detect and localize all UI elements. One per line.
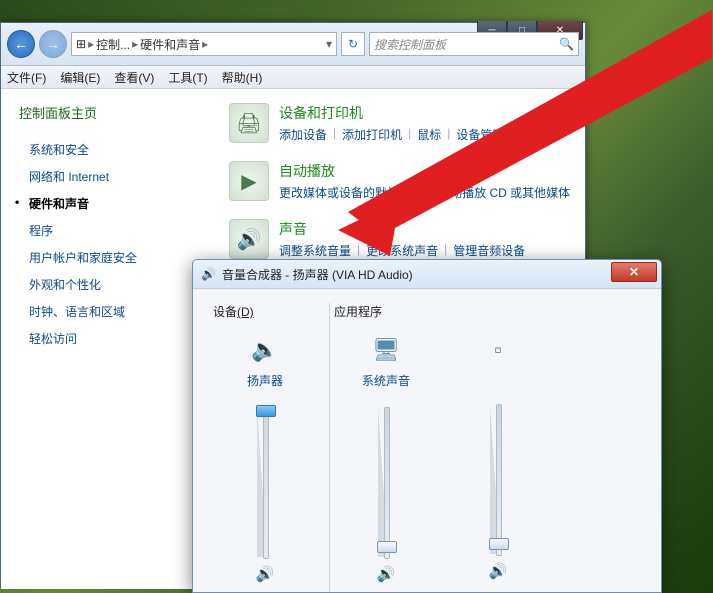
category-link[interactable]: 自动播放 CD 或其他媒体 <box>438 184 570 201</box>
category-title[interactable]: 声音 <box>279 219 525 239</box>
mixer-column: ▫🔊 <box>442 334 554 583</box>
slider-thumb[interactable] <box>489 538 509 550</box>
category-icon: ▶ <box>229 161 269 201</box>
breadcrumb[interactable]: ⊞ ▸ 控制... ▸ 硬件和声音 ▸ ▾ <box>71 32 337 56</box>
menu-help[interactable]: 帮助(H) <box>222 69 263 86</box>
nav-back-button[interactable]: ← <box>7 30 35 58</box>
category-links: 添加设备|添加打印机|鼠标|设备管理器 <box>279 126 516 143</box>
category-link[interactable]: 添加打印机 <box>342 126 402 143</box>
breadcrumb-sep: ▸ <box>130 37 140 51</box>
breadcrumb-sep: ▸ <box>200 37 210 51</box>
category-link[interactable]: 调整系统音量 <box>279 242 351 259</box>
sidebar-item[interactable]: 时钟、语言和区域 <box>19 298 209 325</box>
app-sound-icon[interactable]: 🖥 <box>370 334 402 366</box>
mute-button[interactable]: 🔊 <box>489 562 508 580</box>
category-links: 调整系统音量|更改系统声音|管理音频设备 <box>279 242 525 259</box>
mixer-title-text: 音量合成器 - 扬声器 (VIA HD Audio) <box>222 266 413 283</box>
sidebar-home[interactable]: 控制面板主页 <box>19 103 209 122</box>
mixer-column: 🔈 扬声器 🔊 <box>209 334 321 583</box>
mixer-apps-section: 应用程序 🖥系统声音🔊▫🔊 <box>330 303 645 593</box>
category-title[interactable]: 设备和打印机 <box>279 103 516 123</box>
mixer-column: 🖥 系统声音 🔊 <box>330 334 442 583</box>
menu-bar: 文件(F) 编辑(E) 查看(V) 工具(T) 帮助(H) <box>1 66 585 89</box>
mixer-close-button[interactable]: ✕ <box>611 262 657 282</box>
volume-mixer-window: 🔊 音量合成器 - 扬声器 (VIA HD Audio) ✕ 设备(D) 🔈 扬声… <box>192 259 662 593</box>
sidebar: 控制面板主页 系统和安全网络和 Internet硬件和声音程序用户帐户和家庭安全… <box>1 89 219 589</box>
volume-slider[interactable] <box>376 407 396 557</box>
sidebar-item[interactable]: 用户帐户和家庭安全 <box>19 244 209 271</box>
mixer-apps-header: 应用程序 <box>330 303 645 320</box>
category-icon: 🖨 <box>229 103 269 143</box>
breadcrumb-root-icon: ⊞ <box>76 37 86 51</box>
mixer-titlebar[interactable]: 🔊 音量合成器 - 扬声器 (VIA HD Audio) ✕ <box>193 260 661 289</box>
sidebar-item[interactable]: 轻松访问 <box>19 325 209 352</box>
menu-edit[interactable]: 编辑(E) <box>60 69 100 86</box>
sidebar-item[interactable]: 硬件和声音 <box>19 190 209 217</box>
breadcrumb-seg1[interactable]: 控制... <box>96 36 130 53</box>
menu-file[interactable]: 文件(F) <box>7 69 46 86</box>
mixer-device-header: 设备(D) <box>209 303 329 320</box>
slider-thumb[interactable] <box>377 541 397 553</box>
link-separator: | <box>423 184 438 201</box>
mute-button[interactable]: 🔊 <box>377 565 396 583</box>
mixer-device-section: 设备(D) 🔈 扬声器 🔊 <box>209 303 330 593</box>
speaker-icon: 🔊 <box>201 267 216 281</box>
category-row: 🔊声音调整系统音量|更改系统声音|管理音频设备 <box>229 219 575 259</box>
category-icon: 🔊 <box>229 219 269 259</box>
breadcrumb-sep: ▸ <box>86 37 96 51</box>
volume-slider[interactable] <box>255 407 275 557</box>
link-separator: | <box>441 126 456 143</box>
refresh-button[interactable]: ↻ <box>341 32 365 56</box>
menu-view[interactable]: 查看(V) <box>114 69 154 86</box>
menu-tools[interactable]: 工具(T) <box>168 69 207 86</box>
search-placeholder: 搜索控制面板 <box>374 36 446 53</box>
category-row: 🖨设备和打印机添加设备|添加打印机|鼠标|设备管理器 <box>229 103 575 143</box>
category-link[interactable]: 管理音频设备 <box>453 242 525 259</box>
app-sound-icon[interactable]: ▫ <box>482 334 514 366</box>
category-links: 更改媒体或设备的默认设置|自动播放 CD 或其他媒体 <box>279 184 570 201</box>
category-row: ▶ 自动播放更改媒体或设备的默认设置|自动播放 CD 或其他媒体 <box>229 161 575 201</box>
sidebar-item[interactable]: 程序 <box>19 217 209 244</box>
sidebar-item[interactable]: 系统和安全 <box>19 136 209 163</box>
mixer-column-label[interactable]: 扬声器 <box>247 372 283 389</box>
sidebar-item[interactable]: 外观和个性化 <box>19 271 209 298</box>
category-title[interactable]: 自动播放 <box>279 161 570 181</box>
category-link[interactable]: 添加设备 <box>279 126 327 143</box>
category-link[interactable]: 更改媒体或设备的默认设置 <box>279 184 423 201</box>
link-separator: | <box>351 242 366 259</box>
link-separator: | <box>438 242 453 259</box>
speaker-device-icon[interactable]: 🔈 <box>249 334 281 366</box>
link-separator: | <box>402 126 417 143</box>
volume-slider[interactable] <box>488 404 508 554</box>
search-input[interactable]: 搜索控制面板 🔍 <box>369 32 579 56</box>
breadcrumb-seg2[interactable]: 硬件和声音 <box>140 36 200 53</box>
link-separator: | <box>327 126 342 143</box>
category-link[interactable]: 设备管理器 <box>456 126 516 143</box>
search-icon[interactable]: 🔍 <box>559 37 574 51</box>
nav-forward-button[interactable]: → <box>39 30 67 58</box>
category-link[interactable]: 更改系统声音 <box>366 242 438 259</box>
mixer-column-label[interactable]: 系统声音 <box>362 372 410 389</box>
slider-thumb[interactable] <box>256 405 276 417</box>
sidebar-item[interactable]: 网络和 Internet <box>19 163 209 190</box>
mute-button[interactable]: 🔊 <box>256 565 275 583</box>
category-link[interactable]: 鼠标 <box>417 126 441 143</box>
